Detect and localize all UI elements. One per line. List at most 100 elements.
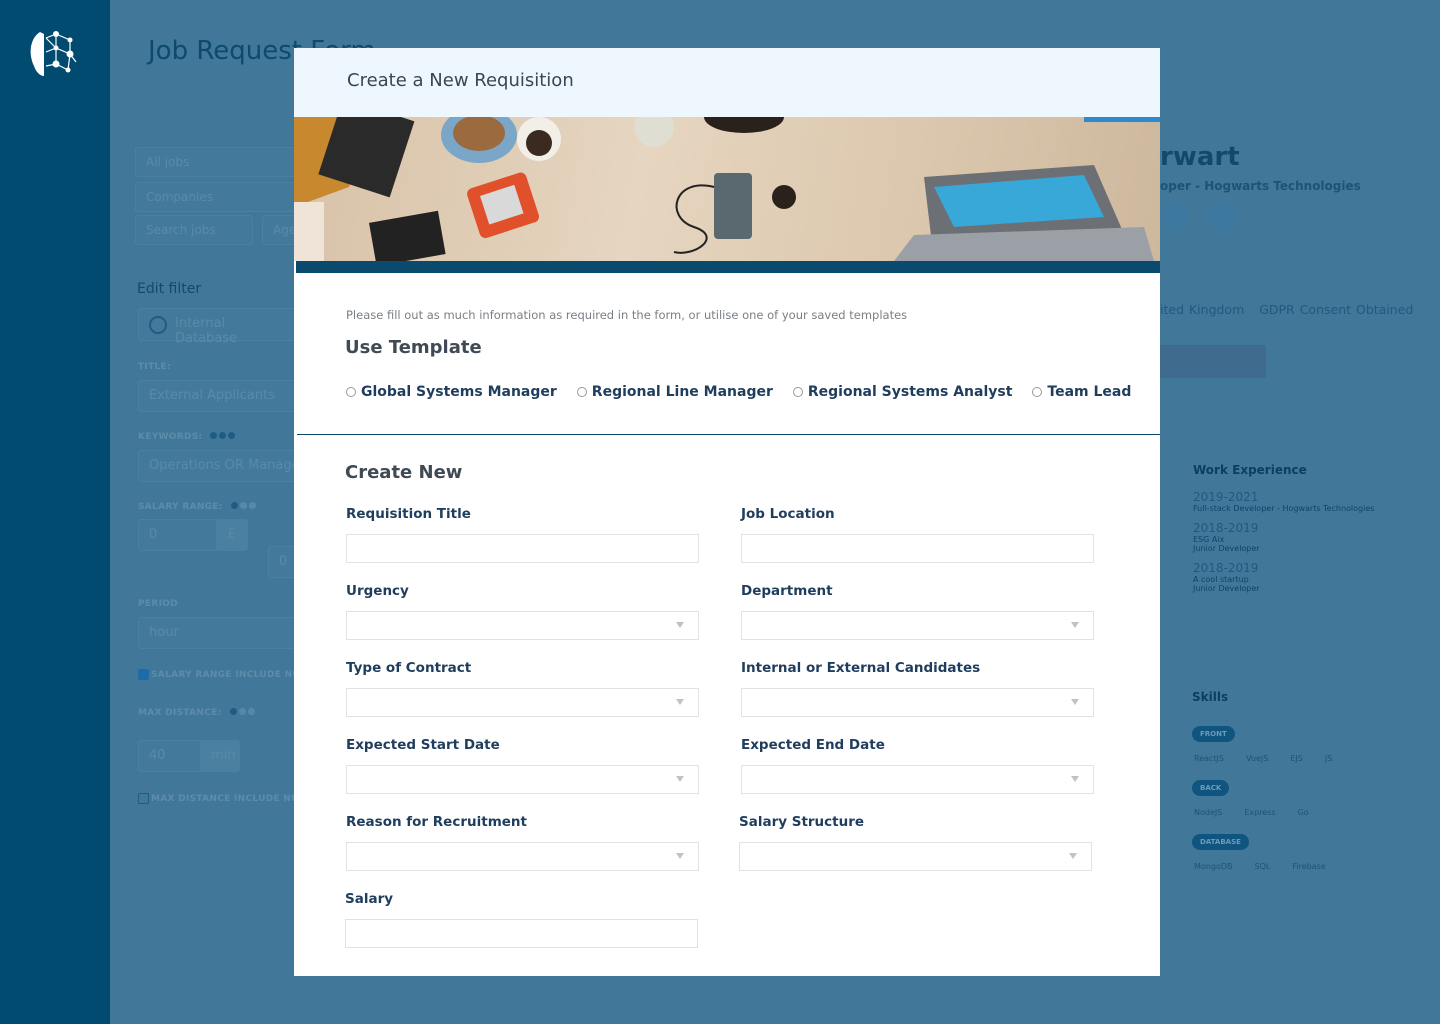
all-jobs-select[interactable]: All jobs: [135, 147, 305, 177]
dropdown-arrow-icon: [676, 853, 684, 859]
dropdown-arrow-icon: [1071, 776, 1079, 782]
work-years: 2018-2019: [1193, 561, 1259, 575]
keywords-label: KEYWORDS:: [138, 432, 237, 442]
banner-image: [294, 117, 1160, 261]
skill-tag: BACK: [1192, 780, 1230, 796]
skill-group: FRONT ReactJS VueJS EJS JS: [1192, 721, 1354, 765]
salary-structure-select[interactable]: [739, 842, 1092, 871]
edit-filter-heading: Edit filter: [137, 281, 202, 297]
modal-title: Create a New Requisition: [347, 70, 574, 91]
candidate-meta: ited Kingdom GDPR Consent Obtained: [1160, 302, 1414, 317]
template-radio-global-systems-manager[interactable]: Global Systems Manager: [346, 384, 557, 400]
skill-item: NodeJS: [1194, 808, 1223, 817]
end-date-select[interactable]: [741, 765, 1094, 794]
database-icon: [149, 316, 167, 334]
dropdown-arrow-icon: [676, 622, 684, 628]
use-template-heading: Use Template: [345, 337, 482, 358]
job-location-label: Job Location: [741, 506, 835, 522]
type-of-contract-select[interactable]: [346, 688, 699, 717]
intro-text: Please fill out as much information as r…: [346, 308, 908, 322]
urgency-label: Urgency: [346, 583, 409, 599]
work-years: 2019-2021: [1193, 490, 1259, 504]
distance-input[interactable]: 40: [138, 740, 204, 772]
skill-item: SQL: [1254, 862, 1271, 871]
skill-item: VueJS: [1246, 754, 1269, 763]
candidates-label: Internal or External Candidates: [741, 660, 981, 676]
work-line: ESG Aix: [1193, 535, 1225, 544]
template-radio-team-lead[interactable]: Team Lead: [1032, 384, 1131, 400]
companies-input[interactable]: Companies: [135, 182, 305, 212]
requisition-title-label: Requisition Title: [346, 506, 471, 522]
candidates-select[interactable]: [741, 688, 1094, 717]
skill-item: EJS: [1290, 754, 1303, 763]
sidebar: [0, 0, 110, 1024]
banner-accent-bar: [296, 261, 1160, 273]
skill-tag: DATABASE: [1192, 834, 1249, 850]
currency-addon: £: [216, 519, 248, 551]
salary-range-label: SALARY RANGE:: [138, 502, 258, 512]
work-line: Junior Developer: [1193, 544, 1260, 553]
work-list: 2019-2021 Full-stack Developer - Hogwarts…: [1193, 490, 1374, 601]
max-distance-label: MAX DISTANCE:: [138, 708, 257, 718]
reason-select[interactable]: [346, 842, 699, 871]
dots-indicator: [229, 708, 257, 718]
reason-label: Reason for Recruitment: [346, 814, 527, 830]
dots-indicator: [230, 502, 258, 512]
start-date-select[interactable]: [346, 765, 699, 794]
template-radio-regional-systems-analyst[interactable]: Regional Systems Analyst: [792, 384, 1012, 400]
radio-icon[interactable]: [1032, 387, 1043, 397]
skill-item: Express: [1244, 808, 1276, 817]
salary-null-checkbox[interactable]: SALARY RANGE INCLUDE NULL: [138, 669, 294, 680]
salary-structure-label: Salary Structure: [739, 814, 865, 830]
work-item: 2019-2021 Full-stack Developer - Hogwarts…: [1193, 490, 1374, 513]
work-line: Full-stack Developer - Hogwarts Technolo…: [1193, 504, 1375, 513]
social-icon[interactable]: [1162, 204, 1188, 230]
work-item: 2018-2019 A cool startup Junior Developer: [1193, 561, 1374, 593]
logo-icon[interactable]: [26, 26, 82, 80]
period-select[interactable]: hour: [138, 617, 298, 649]
work-item: 2018-2019 ESG Aix Junior Developer: [1193, 521, 1374, 553]
work-line: A cool startup: [1193, 575, 1249, 584]
work-experience-heading: Work Experience: [1193, 463, 1307, 477]
salary-input[interactable]: [345, 919, 698, 948]
search-jobs-input[interactable]: Search jobs: [135, 215, 253, 245]
checkbox-checked-icon: [138, 669, 149, 680]
title-input[interactable]: External Applicants: [138, 380, 298, 412]
department-select[interactable]: [741, 611, 1094, 640]
dropdown-arrow-icon: [1069, 853, 1077, 859]
distance-null-checkbox[interactable]: MAX DISTANCE INCLUDE NULL: [138, 793, 294, 804]
radio-icon[interactable]: [576, 387, 587, 397]
social-icon[interactable]: [1208, 204, 1235, 231]
job-location-input[interactable]: [741, 534, 1094, 563]
radio-icon[interactable]: [792, 387, 803, 397]
skill-item: ReactJS: [1194, 754, 1224, 763]
requisition-title-input[interactable]: [346, 534, 699, 563]
create-requisition-modal: Create a New Requisition Please fill out…: [294, 48, 1160, 976]
section-divider: [297, 434, 1160, 435]
urgency-select[interactable]: [346, 611, 699, 640]
skill-item: Firebase: [1292, 862, 1326, 871]
dropdown-arrow-icon: [1071, 622, 1079, 628]
skill-item: JS: [1324, 754, 1333, 763]
skills-heading: Skills: [1192, 690, 1229, 704]
action-button[interactable]: [1160, 345, 1266, 378]
department-label: Department: [741, 583, 833, 599]
source-select[interactable]: Internal Database: [138, 308, 298, 346]
dropdown-arrow-icon: [676, 699, 684, 705]
source-label: Internal Database: [175, 316, 238, 346]
dots-indicator: [210, 432, 237, 442]
salary-min-input[interactable]: 0: [138, 519, 218, 551]
keywords-input[interactable]: Operations OR Manager: [138, 450, 298, 482]
end-date-label: Expected End Date: [741, 737, 885, 753]
type-of-contract-label: Type of Contract: [346, 660, 472, 676]
create-new-heading: Create New: [345, 462, 463, 483]
template-radio-group: Global Systems Manager Regional Line Man…: [346, 384, 1131, 400]
checkbox-empty-icon: [138, 793, 149, 804]
work-line: Junior Developer: [1193, 584, 1260, 593]
dropdown-arrow-icon: [676, 776, 684, 782]
radio-icon[interactable]: [346, 387, 356, 397]
dropdown-arrow-icon: [1071, 699, 1079, 705]
template-radio-regional-line-manager[interactable]: Regional Line Manager: [576, 384, 773, 400]
start-date-label: Expected Start Date: [346, 737, 500, 753]
skill-group: BACK NodeJS Express Go: [1192, 775, 1354, 819]
